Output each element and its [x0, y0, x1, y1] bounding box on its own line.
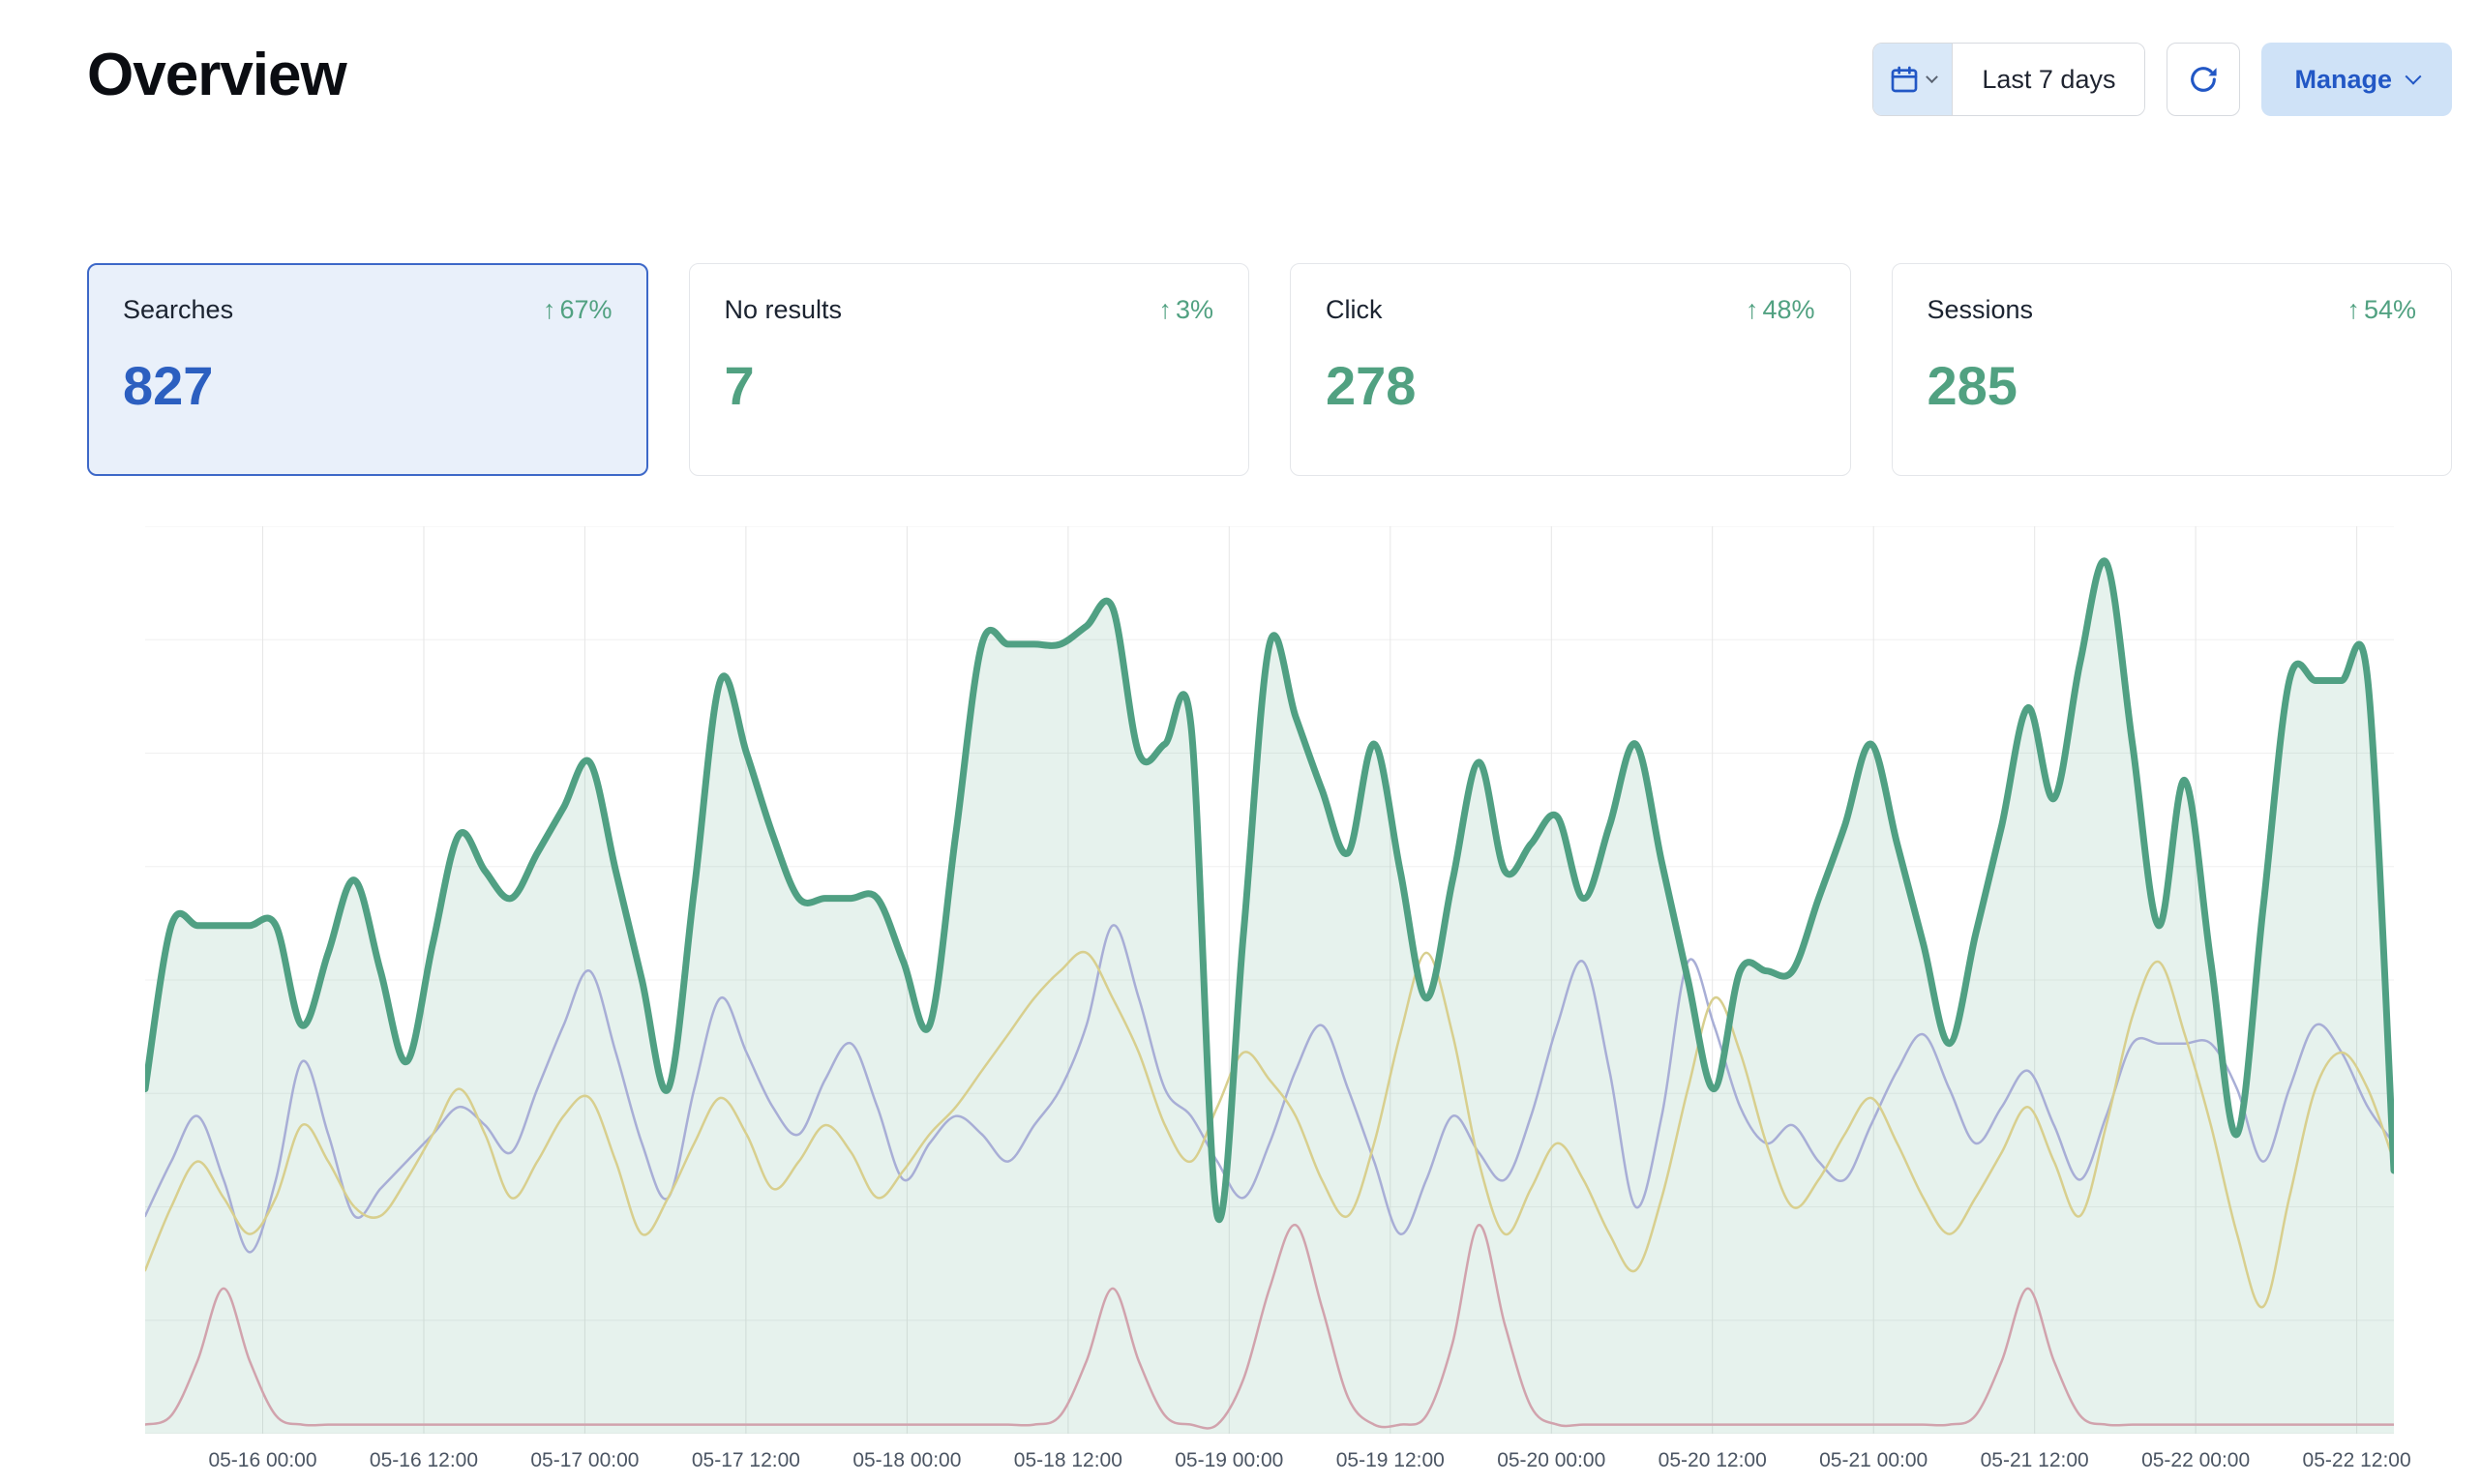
x-axis-label: 05-20 12:00 — [1659, 1449, 1767, 1472]
stat-card-no-results[interactable]: No results ↑ 3% 7 — [689, 263, 1250, 476]
stat-value: 285 — [1928, 354, 2417, 417]
date-range-picker[interactable]: Last 7 days — [1872, 43, 2145, 116]
manage-button[interactable]: Manage — [2261, 43, 2452, 116]
chevron-down-icon — [2406, 69, 2422, 85]
stat-value: 7 — [725, 354, 1214, 417]
header-controls: Last 7 days Manage — [1872, 43, 2452, 116]
trend-up-icon: ↑ — [1746, 297, 1759, 323]
manage-button-label: Manage — [2294, 65, 2392, 95]
x-axis-label: 05-19 00:00 — [1175, 1449, 1283, 1472]
stat-label: Sessions — [1928, 295, 2034, 325]
x-axis-label: 05-16 00:00 — [208, 1449, 316, 1472]
stat-change: ↑ 3% — [1158, 295, 1213, 325]
x-axis-label: 05-18 12:00 — [1014, 1449, 1122, 1472]
stat-label: Searches — [123, 295, 233, 325]
x-axis-label: 05-16 12:00 — [370, 1449, 478, 1472]
trend-up-icon: ↑ — [1158, 297, 1172, 323]
refresh-button[interactable] — [2167, 43, 2240, 116]
x-axis-label: 05-22 12:00 — [2303, 1449, 2411, 1472]
stat-change-value: 54% — [2364, 295, 2416, 325]
stat-change-value: 67% — [559, 295, 612, 325]
x-axis-label: 05-17 12:00 — [692, 1449, 800, 1472]
stat-card-click[interactable]: Click ↑ 48% 278 — [1290, 263, 1851, 476]
stat-value: 278 — [1326, 354, 1815, 417]
page-header: Overview Last 7 days — [87, 41, 2452, 116]
x-axis-label: 05-18 00:00 — [852, 1449, 961, 1472]
stat-card-sessions[interactable]: Sessions ↑ 54% 285 — [1892, 263, 2453, 476]
stat-label: Click — [1326, 295, 1383, 325]
x-axis-label: 05-21 12:00 — [1981, 1449, 2089, 1472]
x-axis-label: 05-17 00:00 — [530, 1449, 639, 1472]
refresh-icon — [2187, 63, 2220, 96]
stat-change: ↑ 67% — [543, 295, 613, 325]
chevron-down-icon — [1927, 71, 1939, 83]
date-range-label[interactable]: Last 7 days — [1953, 44, 2144, 115]
analytics-chart[interactable] — [145, 526, 2394, 1434]
stat-card-searches[interactable]: Searches ↑ 67% 827 — [87, 263, 648, 476]
x-axis: 05-16 00:00 05-16 12:00 05-17 00:00 05-17 1… — [145, 1449, 2394, 1484]
stat-label: No results — [725, 295, 843, 325]
x-axis-label: 05-21 00:00 — [1819, 1449, 1928, 1472]
page-title: Overview — [87, 41, 346, 109]
x-axis-label: 05-19 12:00 — [1336, 1449, 1445, 1472]
calendar-button[interactable] — [1873, 44, 1953, 115]
overview-page: Overview Last 7 days — [0, 0, 2481, 1484]
x-axis-label: 05-20 00:00 — [1497, 1449, 1605, 1472]
analytics-chart-section: 05-16 00:00 05-16 12:00 05-17 00:00 05-17 1… — [145, 526, 2394, 1484]
stat-change: ↑ 54% — [2346, 295, 2416, 325]
trend-up-icon: ↑ — [543, 297, 556, 323]
trend-up-icon: ↑ — [2346, 297, 2360, 323]
stat-value: 827 — [123, 354, 613, 417]
stat-change: ↑ 48% — [1746, 295, 1815, 325]
x-axis-label: 05-22 00:00 — [2141, 1449, 2250, 1472]
calendar-icon — [1889, 64, 1920, 95]
stat-cards-row: Searches ↑ 67% 827 No results ↑ 3% 7 Cli… — [87, 263, 2452, 476]
stat-change-value: 48% — [1762, 295, 1814, 325]
stat-change-value: 3% — [1176, 295, 1213, 325]
